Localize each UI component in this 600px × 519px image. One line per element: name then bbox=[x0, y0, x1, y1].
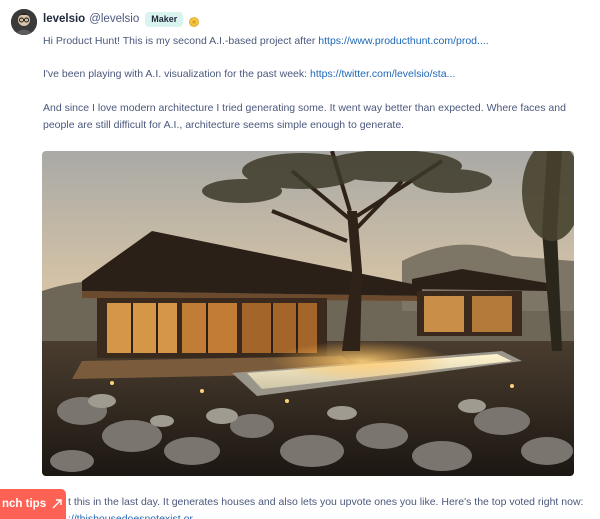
comment-paragraph-4: t this in the last day. It generates hou… bbox=[68, 496, 584, 508]
author-name[interactable]: levelsio bbox=[43, 13, 85, 25]
producthunt-link[interactable]: https://www.producthunt.com/prod.... bbox=[318, 35, 488, 47]
launch-tips-button[interactable]: nch tips bbox=[0, 489, 66, 519]
maker-badge: Maker bbox=[145, 11, 184, 27]
author-handle[interactable]: @levelsio bbox=[89, 13, 139, 25]
comment-text-3a: And since I love modern architecture I t… bbox=[43, 102, 566, 114]
comment-text-1: Hi Product Hunt! This is my second A.I.-… bbox=[43, 35, 319, 47]
launch-tips-label: nch tips bbox=[2, 498, 47, 510]
comment-header: levelsio @levelsio Maker bbox=[43, 10, 200, 28]
comment-paragraph-3: And since I love modern architecture I t… bbox=[43, 100, 566, 134]
twitter-link[interactable]: https://twitter.com/levelsio/sta... bbox=[310, 68, 455, 80]
comment-paragraph-1: Hi Product Hunt! This is my second A.I.-… bbox=[43, 33, 489, 50]
comment-paragraph-2: I've been playing with A.I. visualizatio… bbox=[43, 66, 455, 83]
site-link[interactable]: ://thishousedoesnotexist.or bbox=[68, 511, 193, 519]
avatar[interactable] bbox=[11, 9, 37, 35]
house-illustration bbox=[42, 151, 574, 476]
comment-text-2: I've been playing with A.I. visualizatio… bbox=[43, 68, 310, 80]
comment-text-3b: people are still difficult for A.I., arc… bbox=[43, 119, 405, 131]
post-image[interactable] bbox=[42, 151, 574, 476]
coin-icon bbox=[189, 14, 200, 27]
avatar-icon bbox=[11, 9, 37, 35]
expand-icon bbox=[52, 499, 62, 509]
